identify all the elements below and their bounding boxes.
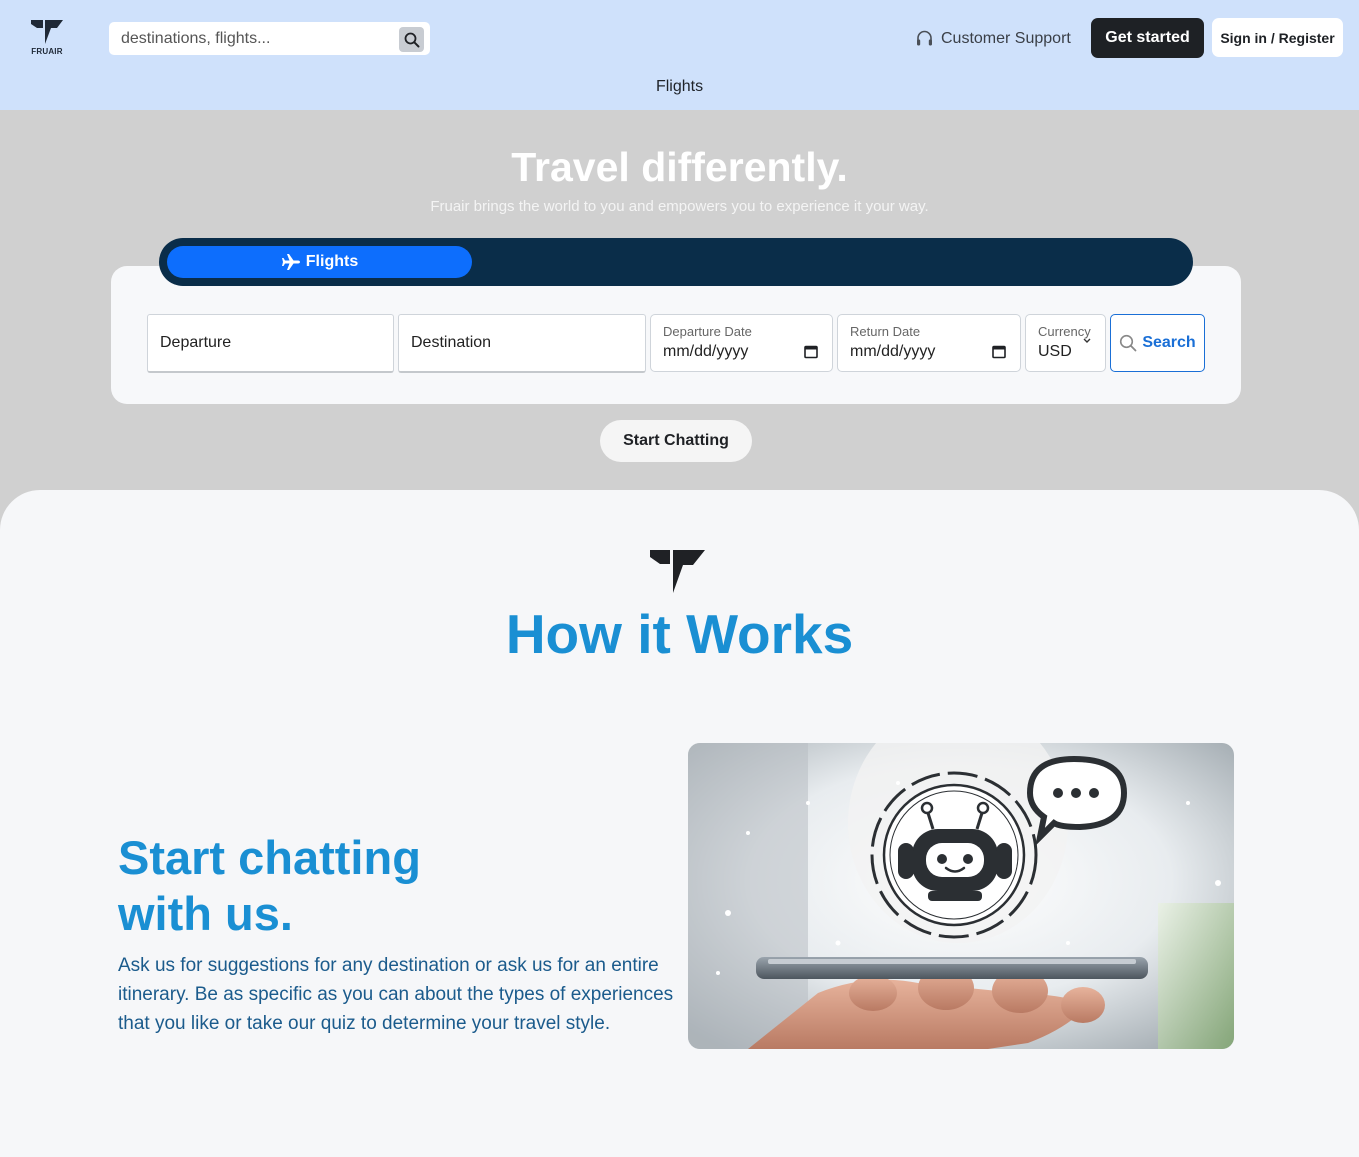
chevron-down-icon	[1083, 338, 1091, 343]
calendar-icon[interactable]	[804, 344, 818, 359]
search-button[interactable]: Search	[1110, 314, 1205, 372]
return-date-field[interactable]: Return Date mm/dd/yyyy	[837, 314, 1021, 372]
customer-support-label: Customer Support	[941, 30, 1071, 47]
fruair-logo[interactable]: FRUAIR	[29, 18, 65, 58]
search-button-label: Search	[1142, 334, 1196, 351]
hero-title: Travel differently.	[511, 144, 848, 190]
departure-field	[147, 314, 394, 373]
departure-date-value: mm/dd/yyyy	[663, 343, 749, 360]
currency-value: USD	[1038, 343, 1072, 360]
departure-date-field[interactable]: Departure Date mm/dd/yyyy	[650, 314, 833, 372]
search-icon	[1120, 334, 1137, 352]
how-it-works-title: How it Works	[505, 603, 854, 665]
logo-wordmark: FRUAIR	[31, 47, 63, 56]
flight-search-card: Departure Date mm/dd/yyyy Return Date mm…	[111, 266, 1241, 404]
header-search	[109, 22, 430, 55]
hero-subtitle: Fruair brings the world to you and empow…	[430, 198, 929, 215]
search-tab-bar: Flights	[159, 238, 1193, 286]
airplane-icon	[281, 254, 300, 270]
nav-item-flights[interactable]: Flights	[656, 78, 703, 95]
fruair-logo-icon	[650, 550, 705, 593]
hero-section: Travel differently. Fruair brings the wo…	[0, 110, 1359, 530]
fruair-logo-icon	[31, 20, 63, 44]
search-icon	[404, 32, 419, 47]
currency-select[interactable]: Currency USD	[1025, 314, 1106, 372]
destination-field	[398, 314, 646, 373]
return-date-value: mm/dd/yyyy	[850, 343, 936, 360]
how-it-works-section: How it Works Start chatting with us. Ask…	[0, 490, 1359, 1157]
chatbot-illustration-svg	[688, 743, 1234, 1049]
header-search-input[interactable]	[109, 22, 394, 55]
site-header: FRUAIR Customer Support Get started Sign…	[0, 0, 1359, 110]
departure-input[interactable]	[148, 315, 393, 371]
tab-flights-label: Flights	[305, 253, 359, 270]
header-search-button[interactable]	[399, 27, 424, 52]
get-started-button[interactable]: Get started	[1091, 18, 1204, 58]
departure-date-label: Departure Date	[663, 324, 752, 339]
chatbot-illustration	[688, 743, 1234, 1049]
customer-support-link[interactable]: Customer Support	[915, 28, 1071, 50]
sign-in-register-button[interactable]: Sign in / Register	[1212, 18, 1343, 57]
main-nav: Flights	[0, 78, 1359, 96]
headset-icon	[917, 30, 932, 46]
tab-flights[interactable]: Flights	[167, 246, 472, 278]
calendar-icon[interactable]	[992, 344, 1006, 359]
destination-input[interactable]	[399, 315, 645, 371]
start-chatting-button[interactable]: Start Chatting	[600, 420, 752, 462]
return-date-label: Return Date	[850, 324, 921, 339]
start-chatting-description: Ask us for suggestions for any destinati…	[118, 955, 674, 1034]
start-chatting-heading: Start chatting with us.	[118, 831, 421, 940]
